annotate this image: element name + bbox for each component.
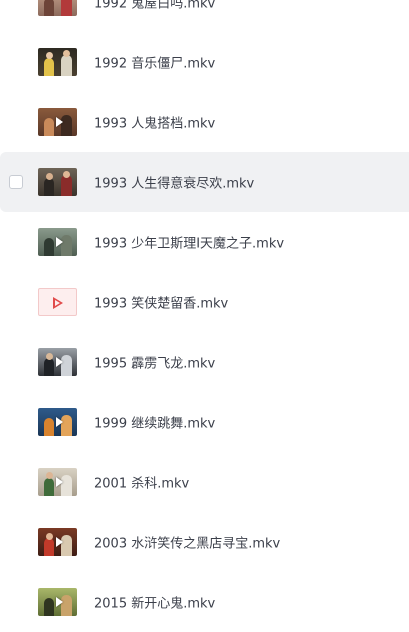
video-thumbnail [38,48,77,76]
file-list: 1992 鬼屋白吗.mkv 1992 音乐僵尸.mkv 1993 人鬼搭档.mk… [0,0,409,632]
file-name[interactable]: 2015 新开心鬼.mkv [94,593,215,612]
file-name[interactable]: 2003 水浒笑传之黑店寻宝.mkv [94,533,280,552]
video-thumbnail [38,588,77,616]
video-thumbnail [38,168,77,196]
file-row[interactable]: 1992 音乐僵尸.mkv [0,32,409,92]
file-row[interactable]: 1993 人鬼搭档.mkv [0,92,409,152]
file-row[interactable]: 1992 鬼屋白吗.mkv [0,0,409,32]
play-icon [55,417,63,427]
file-row[interactable]: 2015 新开心鬼.mkv [0,572,409,632]
video-thumbnail [38,348,77,376]
file-row[interactable]: 1993 少年卫斯理I天魔之子.mkv [0,212,409,272]
video-thumbnail [38,528,77,556]
video-thumbnail [38,0,77,16]
file-name[interactable]: 1992 鬼屋白吗.mkv [94,0,215,12]
video-thumbnail [38,408,77,436]
file-row-hovered[interactable]: 1993 人生得意衰尽欢.mkv [0,152,409,212]
file-name[interactable]: 1993 人生得意衰尽欢.mkv [94,173,254,192]
file-name[interactable]: 1992 音乐僵尸.mkv [94,53,215,72]
play-icon [55,357,63,367]
video-thumbnail [38,108,77,136]
file-row[interactable]: 2001 杀科.mkv [0,452,409,512]
file-row[interactable]: 1993 笑侠楚留香.mkv [0,272,409,332]
play-icon [55,537,63,547]
file-name[interactable]: 1995 霹雳飞龙.mkv [94,353,215,372]
play-icon [55,117,63,127]
file-row[interactable]: 1999 继续跳舞.mkv [0,392,409,452]
play-icon [55,597,63,607]
row-checkbox[interactable] [9,175,23,189]
file-row[interactable]: 2003 水浒笑传之黑店寻宝.mkv [0,512,409,572]
video-thumbnail [38,468,77,496]
play-icon [55,477,63,487]
play-icon [55,237,63,247]
file-name[interactable]: 2001 杀科.mkv [94,473,189,492]
file-name[interactable]: 1999 继续跳舞.mkv [94,413,215,432]
video-file-icon [38,288,77,316]
file-row[interactable]: 1995 霹雳飞龙.mkv [0,332,409,392]
file-name[interactable]: 1993 少年卫斯理I天魔之子.mkv [94,233,284,252]
video-thumbnail [38,228,77,256]
file-name[interactable]: 1993 笑侠楚留香.mkv [94,293,228,312]
file-name[interactable]: 1993 人鬼搭档.mkv [94,113,215,132]
